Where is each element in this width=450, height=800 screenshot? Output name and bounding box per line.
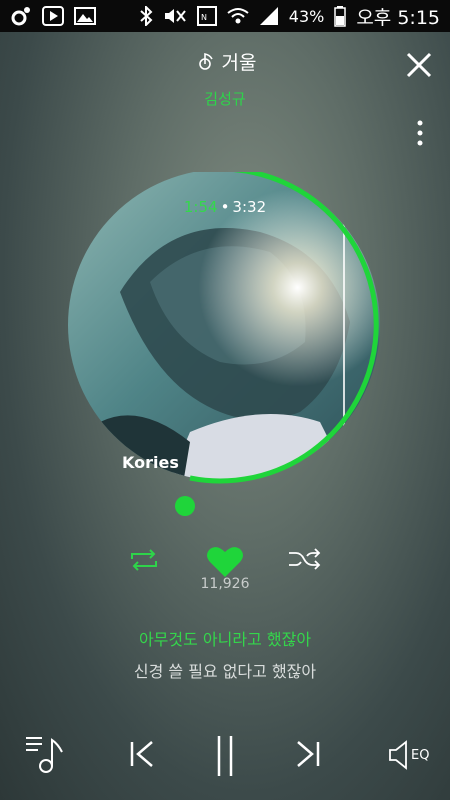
elapsed-time: 1:54 [183,198,218,216]
youtube-icon [42,6,64,26]
now-playing-header: 거울 [0,48,450,77]
heart-icon [207,547,243,577]
next-icon [297,741,320,767]
song-title: 거울 [194,48,257,75]
like-button[interactable] [206,545,244,579]
shuffle-button[interactable] [287,545,323,575]
status-bar: N 43% 오후 5:15 [0,0,450,32]
time-separator: • [220,198,230,216]
artist-name[interactable]: 김성규 [0,88,450,109]
album-art-progress[interactable]: Kories [60,172,390,502]
eq-label: EQ [411,747,430,763]
mute-icon [164,9,186,23]
close-button[interactable] [404,50,434,80]
progress-handle[interactable] [175,496,195,516]
lyric-current-line[interactable]: 아무것도 아니라고 했잖아 [0,626,450,650]
repeat-icon [131,549,157,571]
music-app-icon [11,7,30,26]
playlist-button[interactable] [24,732,66,776]
bluetooth-icon [140,6,153,26]
wifi-icon [227,8,249,24]
signal-icon [259,7,278,25]
battery-percent: 43% [288,6,325,26]
gallery-icon [74,7,96,25]
total-time: 3:32 [232,198,267,216]
previous-icon [130,741,153,767]
nfc-icon: N [196,6,217,26]
pause-icon [217,736,233,776]
speaker-icon [389,740,407,770]
song-title-text: 거울 [221,52,257,74]
svg-text:N: N [201,13,207,22]
battery-icon [334,6,347,27]
playlist-icon [26,737,63,773]
album-art [68,172,380,481]
shuffle-icon [289,548,321,570]
more-options-button[interactable] [410,118,430,148]
album-caption: Kories [122,453,179,472]
like-count: 11,926 [200,576,250,592]
previous-button[interactable] [128,732,158,776]
repeat-button[interactable] [126,545,162,575]
equalizer-button[interactable]: EQ [388,740,429,770]
clock: 오후 5:15 [356,6,440,29]
next-button[interactable] [292,732,322,776]
time-display: 1:54 • 3:32 [0,198,450,216]
lyric-next-line[interactable]: 신경 쓸 필요 없다고 했잖아 [0,658,450,682]
playback-controls: EQ [0,732,450,788]
music-note-icon [198,52,213,70]
pause-button[interactable] [212,732,238,780]
